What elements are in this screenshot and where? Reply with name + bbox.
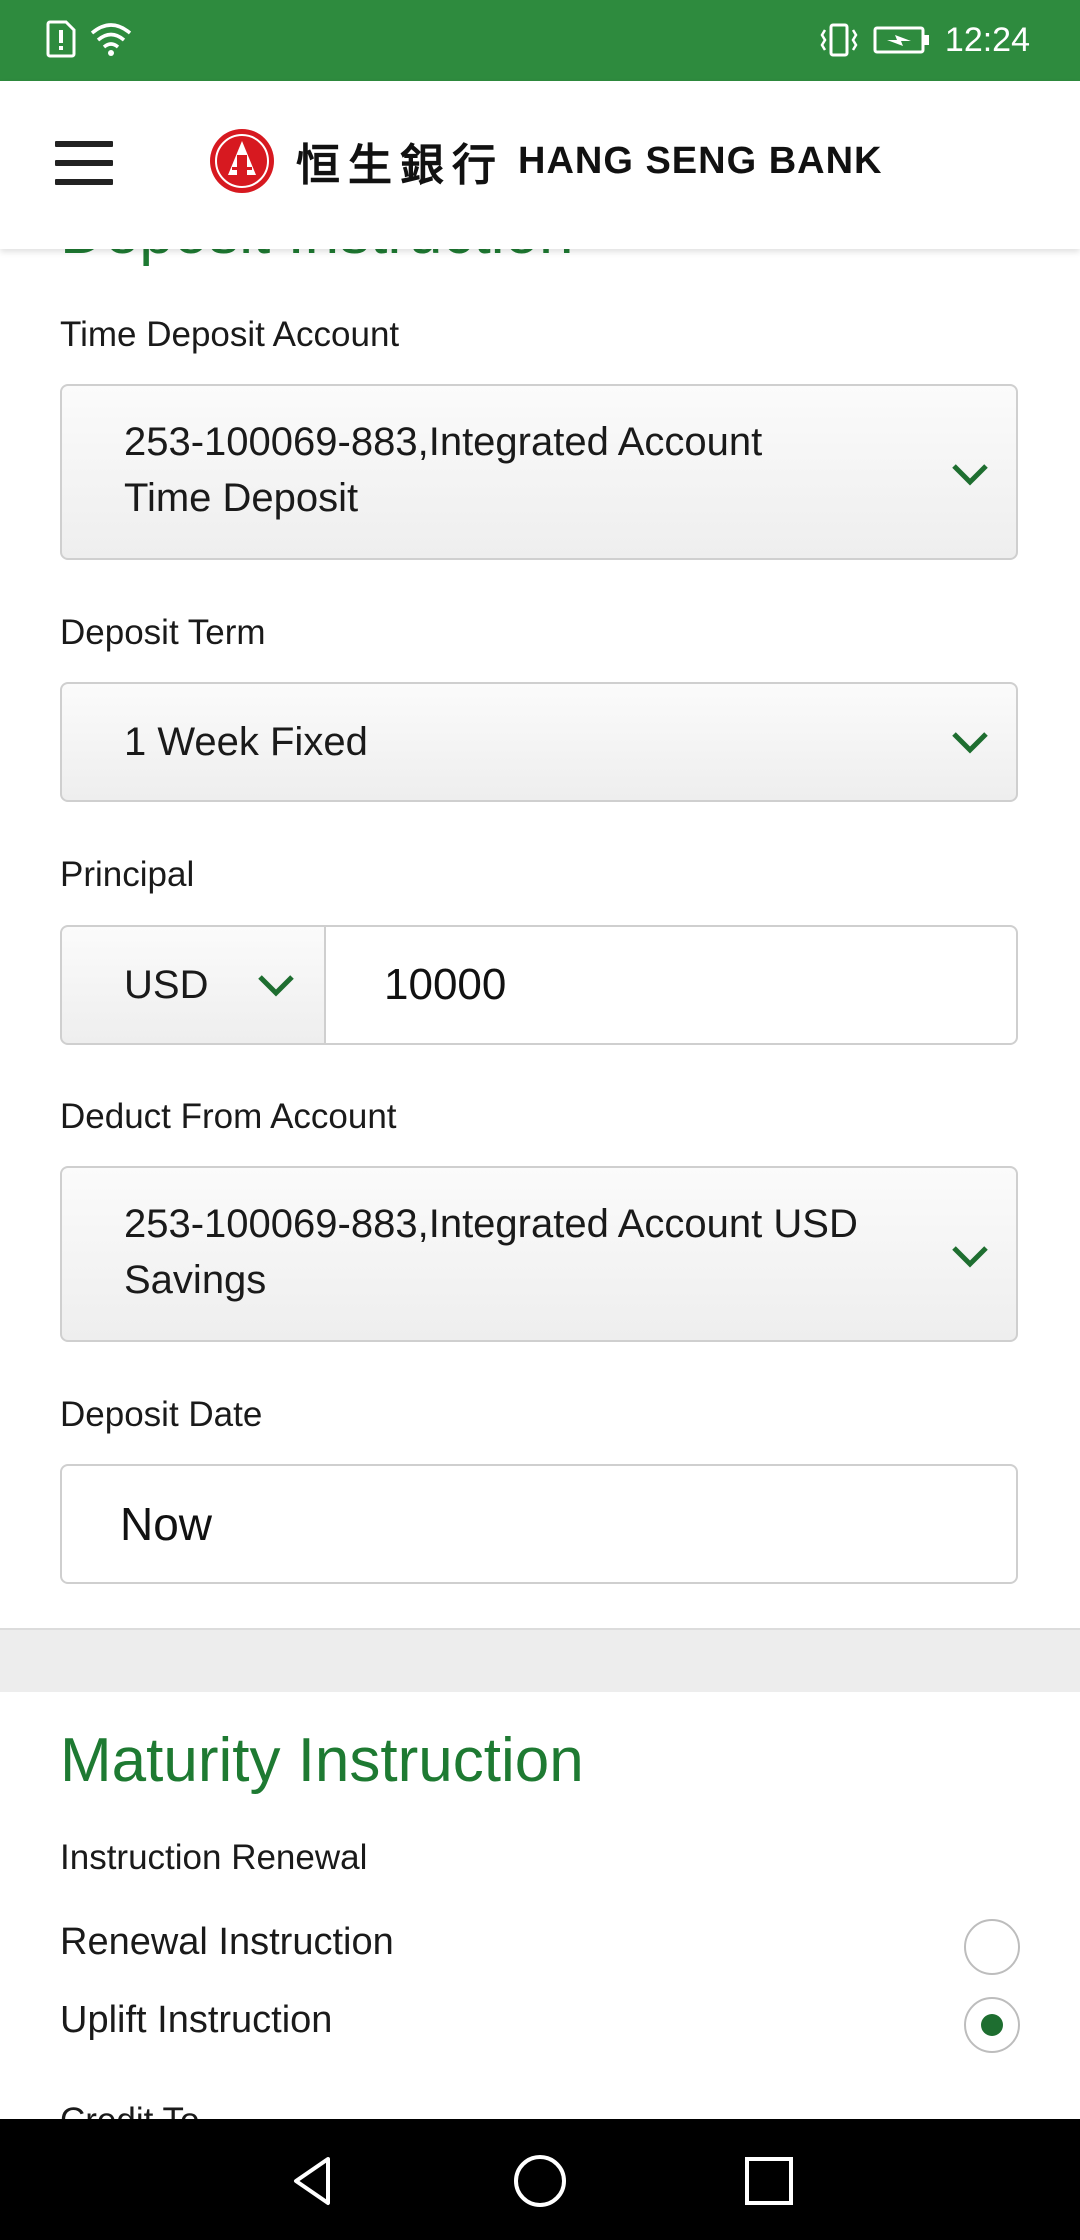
vibrate-icon	[820, 23, 858, 57]
chevron-down-icon	[952, 1246, 988, 1268]
deposit-term-select[interactable]: 1 Week Fixed	[60, 682, 1018, 802]
bank-logo[interactable]: 恒生銀行 HANG SENG BANK	[208, 127, 882, 195]
instruction-renewal-label: Instruction Renewal	[60, 1838, 368, 1877]
app-header: 恒生銀行 HANG SENG BANK	[0, 81, 1080, 249]
system-nav-bar	[0, 2119, 1080, 2240]
deposit-date-label: Deposit Date	[60, 1395, 263, 1434]
recents-icon[interactable]	[741, 2153, 797, 2209]
principal-label: Principal	[60, 855, 195, 894]
uplift-instruction-option[interactable]: Uplift Instruction	[60, 1997, 1020, 2059]
chevron-down-icon	[258, 975, 294, 997]
deposit-date-value: Now	[120, 1498, 213, 1550]
content-scroll-area[interactable]: Deposit Instruction Time Deposit Account…	[0, 81, 1080, 2119]
deposit-term-value: 1 Week Fixed	[124, 720, 368, 764]
hamburger-menu-icon[interactable]	[55, 141, 113, 185]
hang-seng-emblem-icon	[210, 129, 274, 193]
time-deposit-account-label: Time Deposit Account	[60, 315, 400, 354]
sim-alert-icon	[46, 20, 76, 58]
time-deposit-account-line2: Time Deposit	[124, 476, 359, 520]
renewal-instruction-option[interactable]: Renewal Instruction	[60, 1919, 1020, 1981]
chevron-down-icon	[952, 464, 988, 486]
deduct-from-account-line1: 253-100069-883,Integrated Account USD	[124, 1202, 858, 1246]
time-deposit-account-select[interactable]: 253-100069-883,Integrated Account Time D…	[60, 384, 1018, 560]
credit-to-label: Credit To	[60, 2101, 199, 2119]
deduct-from-account-select[interactable]: 253-100069-883,Integrated Account USD Sa…	[60, 1166, 1018, 1342]
deposit-date-input[interactable]: Now	[60, 1464, 1018, 1584]
currency-select[interactable]: USD	[60, 925, 326, 1045]
back-icon[interactable]	[284, 2153, 340, 2209]
time-deposit-account-line1: 253-100069-883,Integrated Account	[124, 420, 763, 464]
chevron-down-icon	[952, 732, 988, 754]
deduct-from-account-line2: Savings	[124, 1258, 267, 1302]
maturity-section-title: Maturity Instruction	[60, 1726, 584, 1795]
deposit-term-label: Deposit Term	[60, 613, 266, 652]
uplift-instruction-radio[interactable]	[964, 1997, 1020, 2053]
principal-amount-input[interactable]: 10000	[324, 925, 1018, 1045]
principal-amount-value: 10000	[384, 960, 507, 1009]
section-divider	[0, 1628, 1080, 1692]
wifi-icon	[90, 23, 132, 56]
renewal-instruction-label: Renewal Instruction	[60, 1921, 394, 1963]
home-icon[interactable]	[512, 2153, 568, 2209]
logo-english-text: HANG SENG BANK	[518, 139, 883, 182]
logo-chinese-text: 恒生銀行	[296, 140, 504, 191]
uplift-instruction-label: Uplift Instruction	[60, 1999, 333, 2041]
status-time: 12:24	[944, 21, 1030, 59]
deduct-from-account-label: Deduct From Account	[60, 1097, 397, 1136]
currency-value: USD	[124, 963, 209, 1007]
renewal-instruction-radio[interactable]	[964, 1919, 1020, 1975]
status-bar: 12:24	[0, 0, 1080, 81]
battery-charging-icon	[873, 26, 929, 54]
